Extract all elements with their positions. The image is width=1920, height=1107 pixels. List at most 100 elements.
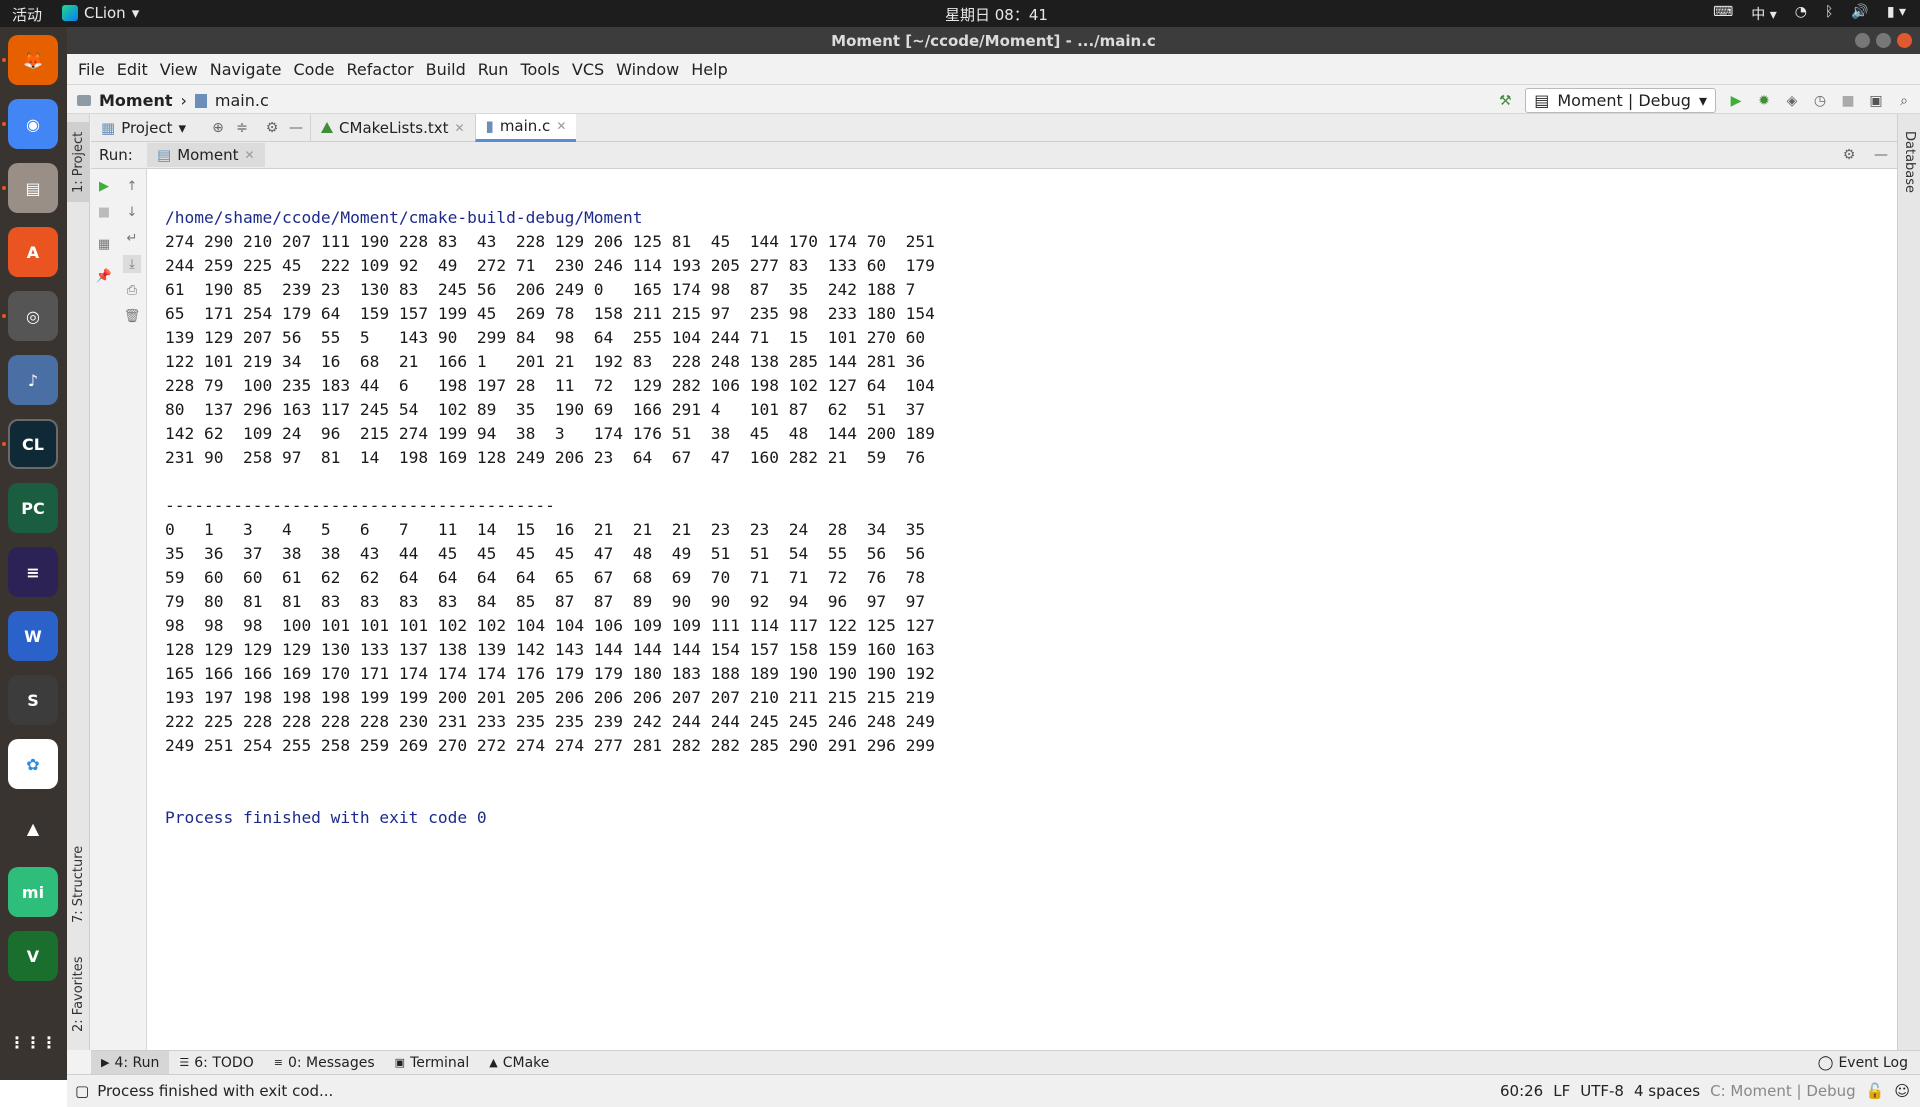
structure-tool-tab[interactable]: 7: Structure xyxy=(67,834,90,934)
gear-icon[interactable]: ⚙ xyxy=(1841,147,1857,163)
wifi-icon[interactable]: ◔ xyxy=(1795,4,1807,24)
project-view-label: Project xyxy=(121,118,173,137)
dock-chrome-icon[interactable]: ◉ xyxy=(8,99,58,149)
hide-icon[interactable]: — xyxy=(1873,147,1889,163)
system-tray[interactable]: ⌨ 中 ▾ ◔ ᛒ 🔊 ▮ ▾ xyxy=(1713,4,1906,24)
close-tab-icon[interactable]: ✕ xyxy=(556,119,566,133)
up-arrow-icon[interactable]: ↑ xyxy=(123,177,141,195)
menu-code[interactable]: Code xyxy=(288,60,341,79)
status-message[interactable]: Process finished with exit cod... xyxy=(97,1082,333,1100)
bluetooth-icon[interactable]: ᛒ xyxy=(1825,4,1833,24)
run-tab-moment[interactable]: ▤ Moment ✕ xyxy=(147,143,265,167)
stop-icon[interactable]: ■ xyxy=(95,203,113,221)
profile-icon[interactable]: ◷ xyxy=(1812,93,1828,109)
menu-navigate[interactable]: Navigate xyxy=(204,60,288,79)
tab-main-c[interactable]: ▮ main.c ✕ xyxy=(474,113,577,142)
menu-tools[interactable]: Tools xyxy=(514,60,565,79)
tool-tab-terminal[interactable]: ▣ Terminal xyxy=(385,1051,480,1075)
dock-sublime-icon[interactable]: S xyxy=(8,675,58,725)
soft-wrap-icon[interactable]: ↵ xyxy=(123,229,141,247)
dock-baidu-netdisk-icon[interactable]: ✿ xyxy=(8,739,58,789)
dock-firefox-icon[interactable]: 🦊 xyxy=(8,35,58,85)
dock-vim-icon[interactable]: V xyxy=(8,931,58,981)
layout-icon[interactable]: ▦ xyxy=(95,235,113,253)
search-icon[interactable]: ⌕ xyxy=(1896,93,1912,109)
window-titlebar[interactable]: Moment [~/ccode/Moment] - .../main.c xyxy=(67,27,1920,54)
menu-file[interactable]: File xyxy=(72,60,111,79)
dock-mi-chat-icon[interactable]: mi xyxy=(8,867,58,917)
project-structure-icon[interactable]: ▣ xyxy=(1868,93,1884,109)
close-tab-icon[interactable]: ✕ xyxy=(454,121,464,135)
keyboard-icon[interactable]: ⌨ xyxy=(1713,4,1733,24)
breadcrumb-file[interactable]: main.c xyxy=(215,91,269,110)
volume-icon[interactable]: 🔊 xyxy=(1851,4,1868,24)
inspector-icon[interactable]: ☺ xyxy=(1894,1082,1910,1100)
dock-clion-icon[interactable]: CL xyxy=(8,419,58,469)
breadcrumb-project[interactable]: Moment xyxy=(99,91,172,110)
trash-icon[interactable]: 🗑 xyxy=(123,307,141,325)
tool-tab-run[interactable]: ▶ 4: Run xyxy=(91,1050,170,1075)
collapse-icon[interactable]: ≑ xyxy=(234,120,250,136)
dock-pycharm-icon[interactable]: PC xyxy=(8,483,58,533)
menu-view[interactable]: View xyxy=(154,60,204,79)
event-log-button[interactable]: ◯ Event Log xyxy=(1818,1055,1908,1071)
tool-tab-cmake[interactable]: ▲ CMake xyxy=(479,1051,559,1075)
input-method-indicator[interactable]: 中 ▾ xyxy=(1751,4,1776,24)
locate-icon[interactable]: ⊕ xyxy=(210,120,226,136)
dock-wps-icon[interactable]: W xyxy=(8,611,58,661)
minimize-button[interactable] xyxy=(1855,33,1870,48)
build-hammer-icon[interactable]: ⚒ xyxy=(1497,93,1513,109)
dock-music-icon[interactable]: ♪ xyxy=(8,355,58,405)
project-view-selector[interactable]: ▦ Project ▾ xyxy=(91,119,196,137)
system-clock[interactable]: 星期日 08：41 xyxy=(945,4,1048,25)
close-tab-icon[interactable]: ✕ xyxy=(245,148,255,162)
scroll-to-end-icon[interactable]: ⤓ xyxy=(123,255,141,273)
battery-icon[interactable]: ▮ ▾ xyxy=(1887,4,1906,24)
stop-icon[interactable]: ■ xyxy=(1840,93,1856,109)
line-separator[interactable]: LF xyxy=(1553,1082,1570,1100)
file-encoding[interactable]: UTF-8 xyxy=(1580,1082,1624,1100)
maximize-button[interactable] xyxy=(1876,33,1891,48)
console-output[interactable]: /home/shame/ccode/Moment/cmake-build-deb… xyxy=(147,169,1897,1050)
app-menu[interactable]: CLion ▾ xyxy=(62,4,139,22)
run-config-select[interactable]: ▤ Moment | Debug ▾ xyxy=(1525,88,1716,113)
menu-run[interactable]: Run xyxy=(472,60,515,79)
status-frame-icon[interactable]: ▢ xyxy=(75,1082,89,1100)
run-icon[interactable]: ▶ xyxy=(1728,93,1744,109)
debug-icon[interactable]: ✹ xyxy=(1756,93,1772,109)
indent-setting[interactable]: 4 spaces xyxy=(1634,1082,1700,1100)
project-tool-tab[interactable]: 1: Project xyxy=(67,122,90,202)
dock-vlc-icon[interactable]: ▲ xyxy=(8,803,58,853)
down-arrow-icon[interactable]: ↓ xyxy=(123,203,141,221)
dock-software-icon[interactable]: A xyxy=(8,227,58,277)
chevron-down-icon: ▾ xyxy=(178,118,187,137)
gear-icon[interactable]: ⚙ xyxy=(264,120,280,136)
dock-files-icon[interactable]: ▤ xyxy=(8,163,58,213)
tool-tab-todo[interactable]: ☰ 6: TODO xyxy=(169,1051,263,1075)
favorites-tool-tab[interactable]: 2: Favorites xyxy=(67,944,90,1044)
menu-window[interactable]: Window xyxy=(610,60,685,79)
rerun-icon[interactable]: ▶ xyxy=(95,177,113,195)
menu-help[interactable]: Help xyxy=(685,60,733,79)
dock-eclipse-icon[interactable]: ≡ xyxy=(8,547,58,597)
database-tool-tab[interactable]: Database xyxy=(1898,122,1920,202)
activities-button[interactable]: 活动 xyxy=(12,4,42,25)
pin-icon[interactable]: 📌 xyxy=(95,267,113,285)
dock-speaker-icon[interactable]: ◎ xyxy=(8,291,58,341)
resolve-context[interactable]: C: Moment | Debug xyxy=(1710,1082,1856,1100)
menu-edit[interactable]: Edit xyxy=(111,60,154,79)
menu-refactor[interactable]: Refactor xyxy=(340,60,419,79)
lock-icon[interactable]: 🔓 xyxy=(1866,1082,1885,1100)
coverage-icon[interactable]: ◈ xyxy=(1784,93,1800,109)
hide-icon[interactable]: — xyxy=(288,120,304,136)
close-button[interactable] xyxy=(1897,33,1912,48)
tool-tab-messages[interactable]: ≡ 0: Messages xyxy=(264,1051,385,1075)
tab-cmakelists[interactable]: CMakeLists.txt ✕ xyxy=(310,113,475,142)
print-icon[interactable]: ⎙ xyxy=(123,281,141,299)
menu-vcs[interactable]: VCS xyxy=(566,60,610,79)
tool-tab-icon: ☰ xyxy=(179,1056,190,1069)
dock-show-apps-icon[interactable]: ⋮⋮⋮ xyxy=(8,1017,58,1067)
menu-build[interactable]: Build xyxy=(420,60,472,79)
caret-position[interactable]: 60:26 xyxy=(1500,1082,1543,1100)
